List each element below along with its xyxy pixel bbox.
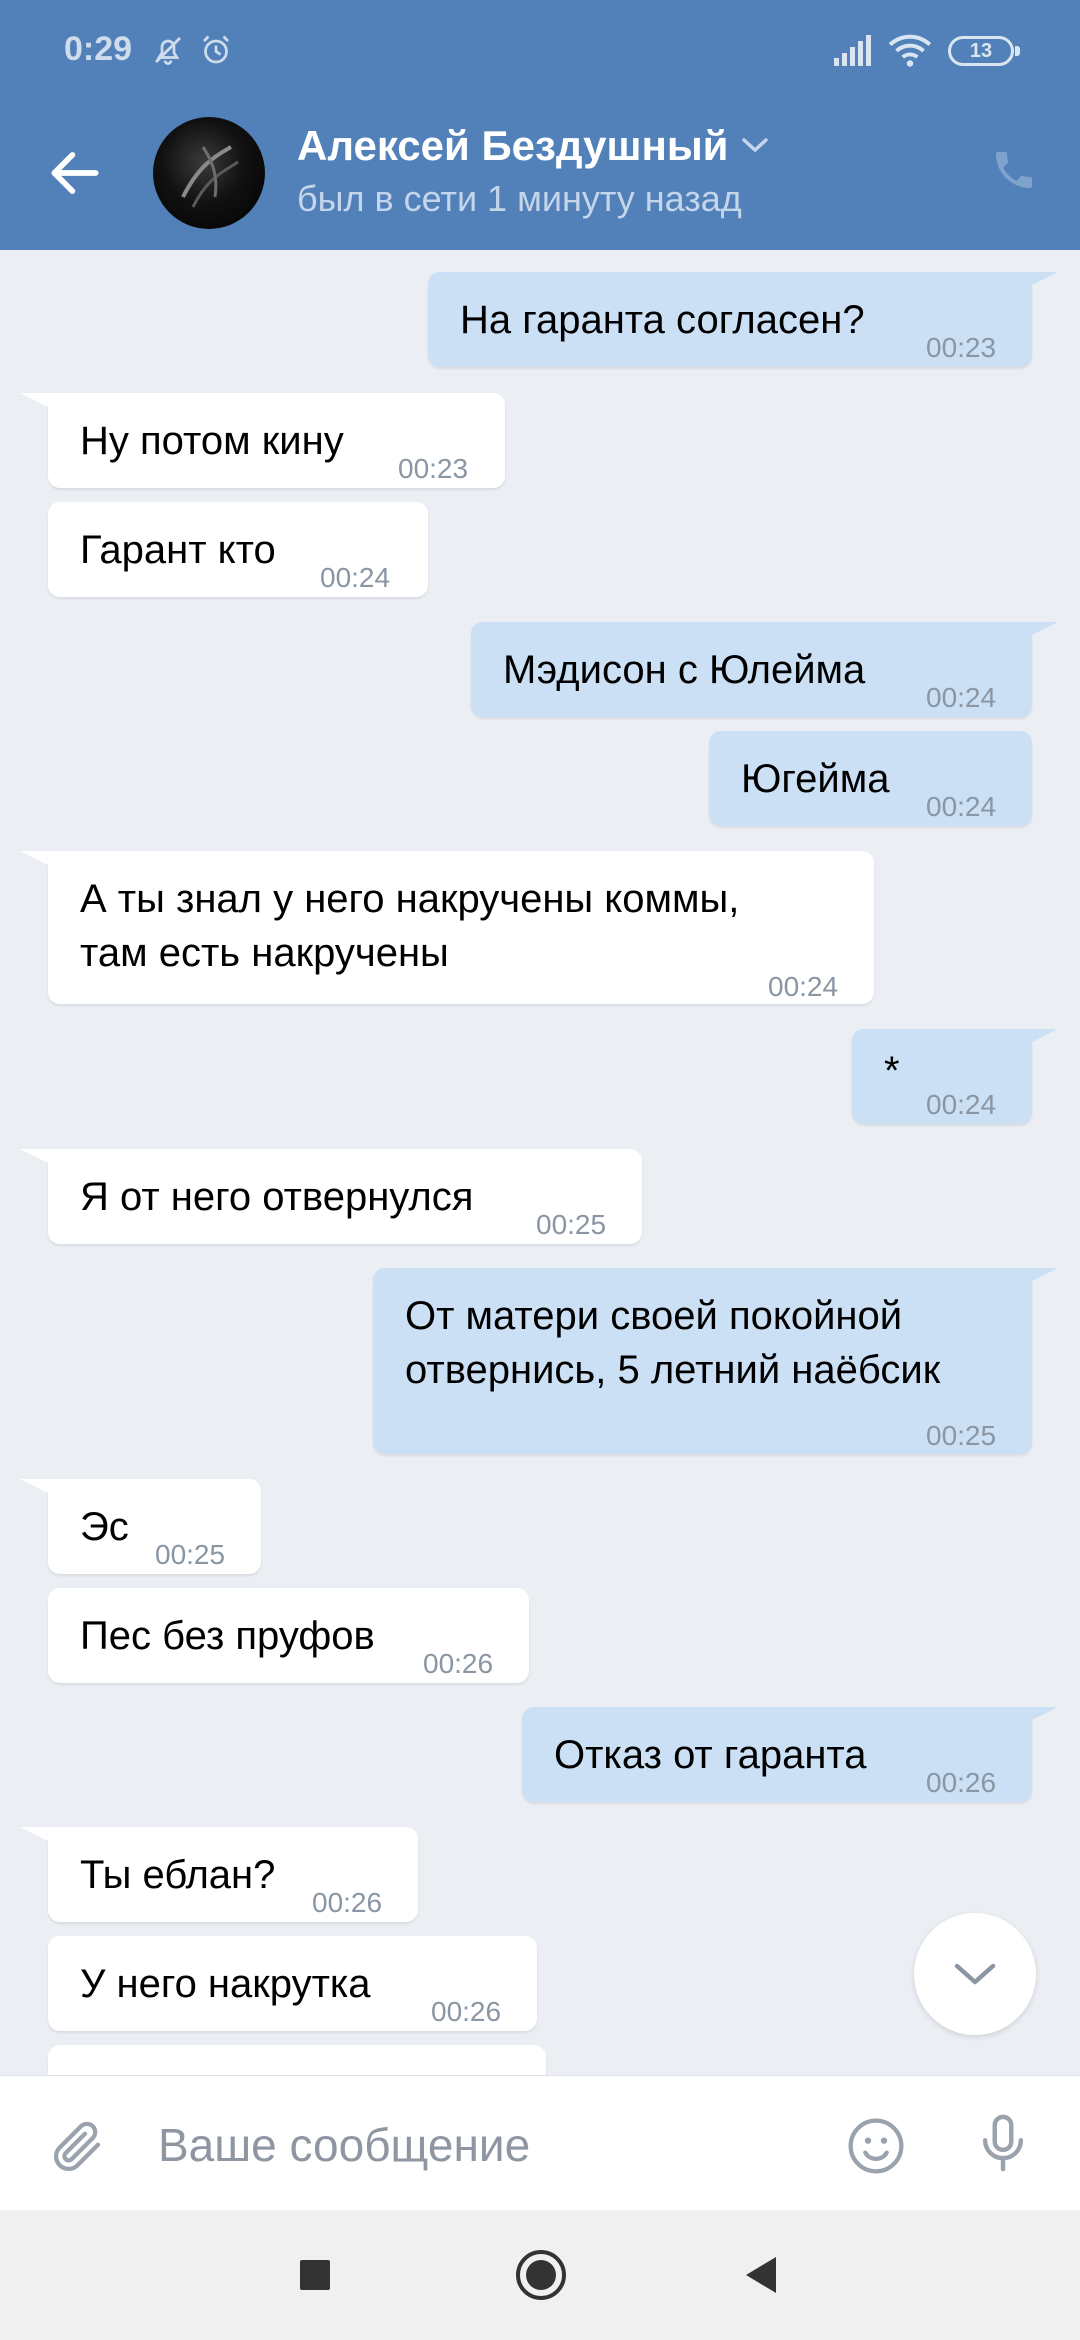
message-text: Югейма [741, 757, 890, 801]
message-text: Пес без пруфов [80, 1614, 375, 1658]
message-time: 00:26 [312, 1887, 383, 1918]
message-time: 00:24 [320, 562, 391, 593]
message-incoming[interactable]: Эс 00:25 [48, 1479, 261, 1574]
message-time: 00:26 [926, 1767, 997, 1798]
status-bar: 0:29 13 [0, 0, 1080, 100]
message-time: 00:25 [536, 1209, 607, 1240]
message-text: Я от него отвернулся [80, 1175, 474, 1219]
message-text: А ты знал у него накручены коммы, [80, 877, 740, 921]
home-circle-icon[interactable] [514, 2248, 568, 2302]
message-time: 00:24 [926, 682, 997, 713]
message-time: 00:26 [423, 1648, 494, 1679]
message-incoming[interactable]: Ты еблан? 00:26 [48, 1827, 418, 1922]
battery-indicator: 13 [948, 36, 1020, 66]
message-input[interactable] [158, 2118, 798, 2172]
message-incoming-partial[interactable] [48, 2045, 546, 2075]
message-time: 00:25 [926, 1420, 997, 1451]
message-time: 00:23 [398, 453, 469, 484]
chat-header: 0:29 13 Алексей Бездушный был в сети 1 м… [0, 0, 1080, 250]
message-time: 00:26 [431, 1996, 502, 2027]
message-text: Ты еблан? [80, 1853, 276, 1897]
microphone-icon[interactable] [970, 2110, 1036, 2176]
message-outgoing[interactable]: На гаранта согласен? 00:23 [428, 272, 1032, 367]
message-incoming[interactable]: А ты знал у него накручены коммы, там ес… [48, 851, 874, 1004]
message-text: От матери своей покойной [405, 1294, 903, 1338]
message-text: Гарант кто [80, 528, 276, 572]
wifi-icon [888, 34, 932, 67]
smile-icon[interactable] [844, 2114, 908, 2178]
message-text: У него накрутка [80, 1962, 371, 2006]
message-outgoing[interactable]: Мэдисон с Юлейма 00:24 [471, 622, 1032, 717]
message-outgoing[interactable]: Отказ от гаранта 00:26 [522, 1707, 1032, 1802]
message-incoming[interactable]: Пес без пруфов 00:26 [48, 1588, 529, 1683]
message-incoming[interactable]: Ну потом кину 00:23 [48, 393, 505, 488]
message-text: Отказ от гаранта [554, 1733, 867, 1777]
paperclip-icon[interactable] [48, 2116, 108, 2176]
phone-icon[interactable] [990, 146, 1038, 194]
message-text-line2: отвернись, 5 летний наёбсик [405, 1348, 941, 1392]
message-time: 00:23 [926, 332, 997, 363]
message-text-line2: там есть накручены [80, 931, 449, 975]
alarm-icon [203, 35, 229, 64]
message-text: На гаранта согласен? [460, 298, 865, 342]
message-text: * [884, 1049, 900, 1093]
arrow-left-icon[interactable] [44, 142, 106, 204]
message-outgoing[interactable]: * 00:24 [852, 1029, 1032, 1124]
status-time: 0:29 [64, 30, 133, 68]
contact-status: был в сети 1 минуту назад [297, 178, 742, 219]
avatar[interactable] [153, 117, 265, 229]
recents-square-icon[interactable] [298, 2258, 332, 2292]
chevron-down-icon [954, 1963, 996, 1985]
chevron-down-icon[interactable] [740, 134, 770, 156]
system-navigation-bar [0, 2210, 1080, 2340]
message-incoming[interactable]: Я от него отвернулся 00:25 [48, 1149, 642, 1244]
message-list[interactable]: На гаранта согласен? 00:23 Ну потом кину… [0, 250, 1080, 2075]
contact-name[interactable]: Алексей Бездушный [297, 122, 729, 170]
message-text: Ну потом кину [80, 419, 344, 463]
signal-icon [834, 35, 871, 66]
message-composer [0, 2075, 1080, 2210]
message-text: Мэдисон с Юлейма [503, 648, 866, 692]
message-text: Эс [80, 1505, 129, 1549]
bell-muted-icon [155, 37, 181, 65]
message-time: 00:24 [926, 1089, 997, 1120]
message-time: 00:24 [926, 791, 997, 822]
message-incoming[interactable]: Гарант кто 00:24 [48, 502, 428, 597]
scroll-to-bottom-button[interactable] [914, 1913, 1036, 2035]
message-outgoing[interactable]: Югейма 00:24 [709, 731, 1032, 826]
back-triangle-icon[interactable] [742, 2254, 780, 2296]
message-time: 00:24 [768, 971, 839, 1002]
message-incoming[interactable]: У него накрутка 00:26 [48, 1936, 537, 2031]
message-outgoing[interactable]: От матери своей покойной отвернись, 5 ле… [373, 1268, 1032, 1454]
message-time: 00:25 [155, 1539, 226, 1570]
